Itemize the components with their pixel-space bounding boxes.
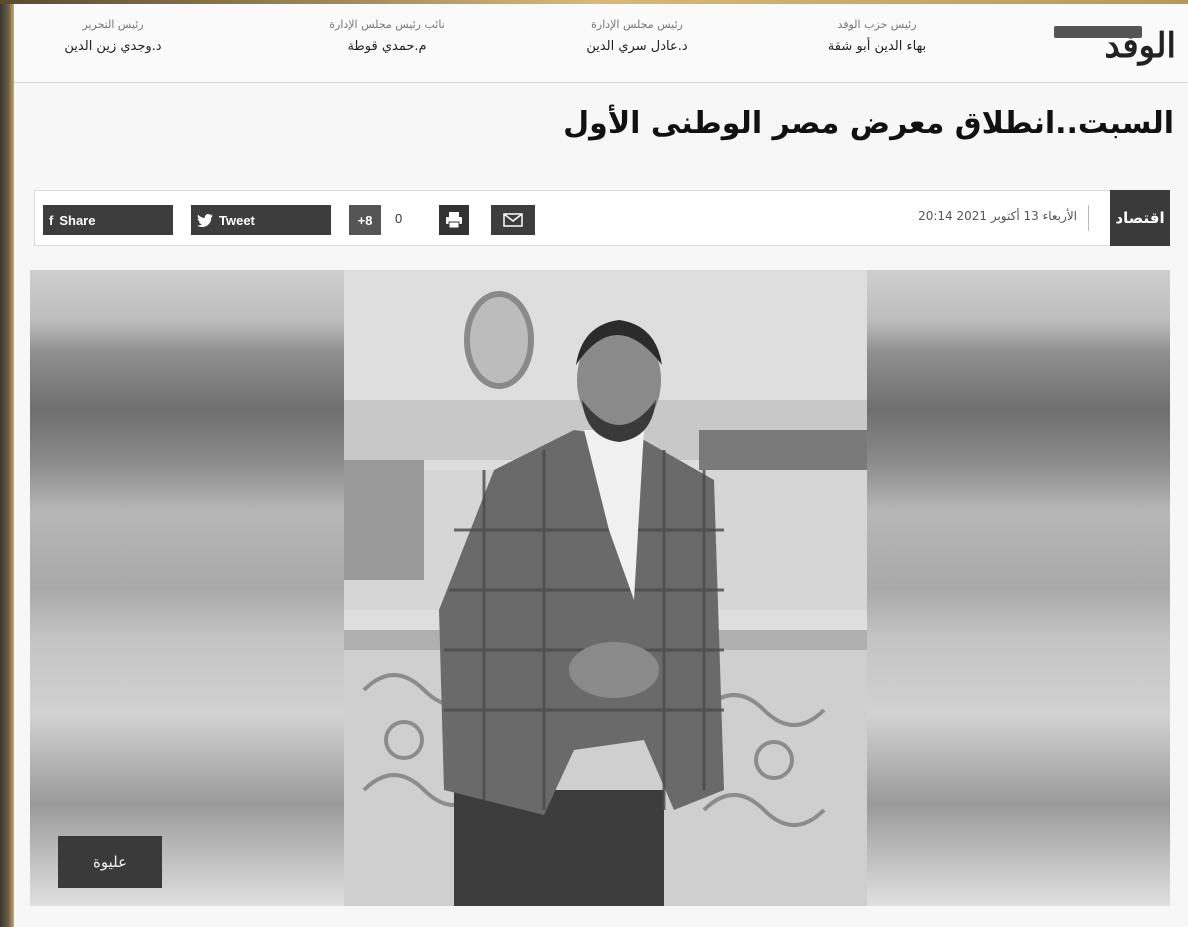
print-button[interactable] [439, 205, 469, 235]
article-headline: السبت..انطلاق معرض مصر الوطنى الأول [563, 106, 1174, 141]
print-icon [446, 212, 462, 229]
photo-credit-caption: عليوة [58, 836, 162, 888]
google-plus-icon: 8+ [357, 212, 373, 228]
facebook-share-button[interactable]: f Share [43, 205, 173, 235]
photo-frame-left-edge [0, 0, 14, 927]
share-label: Share [59, 212, 96, 228]
staff-editor-in-chief: رئيس التحرير د.وجدي زين الدين [28, 18, 198, 54]
google-plus-button[interactable]: 8+ [349, 205, 381, 235]
image-blur-fill-right [867, 270, 1170, 906]
staff-role: رئيس التحرير [82, 18, 144, 31]
masthead: الوفد رئيس حزب الوفد بهاء الدين أبو شقة … [14, 4, 1188, 83]
google-plus-count: 0 [395, 211, 403, 226]
staff-role: نائب رئيس مجلس الإدارة [329, 18, 445, 31]
person-portrait-illustration [344, 270, 867, 906]
email-share-button[interactable] [491, 205, 535, 235]
section-tag-economy[interactable]: اقتصاد [1110, 190, 1170, 246]
tweet-label: Tweet [219, 212, 255, 228]
news-page: الوفد رئيس حزب الوفد بهاء الدين أبو شقة … [14, 4, 1188, 927]
site-logo[interactable]: الوفد [1054, 22, 1178, 72]
tweet-button[interactable]: Tweet [191, 205, 331, 235]
article-toolbar: اقتصاد الأربعاء 13 أكتوبر 2021 20:14 0 8… [34, 190, 1170, 246]
staff-name: د.وجدي زين الدين [64, 39, 162, 54]
mail-icon [503, 213, 523, 227]
logo-badge [1054, 26, 1142, 38]
staff-board-vice-chair: نائب رئيس مجلس الإدارة م.حمدي قوطة [302, 18, 472, 54]
staff-name: د.عادل سري الدين [586, 39, 688, 54]
article-date: الأربعاء 13 أكتوبر 2021 20:14 [918, 209, 1077, 223]
staff-board-chair: رئيس مجلس الإدارة د.عادل سري الدين [552, 18, 722, 54]
image-blur-fill-left [30, 270, 344, 906]
staff-party-head: رئيس حزب الوفد بهاء الدين أبو شقة [792, 18, 962, 54]
facebook-icon: f [49, 212, 54, 228]
staff-name: م.حمدي قوطة [347, 39, 427, 54]
staff-name: بهاء الدين أبو شقة [827, 39, 927, 54]
staff-role: رئيس مجلس الإدارة [591, 18, 683, 31]
person-photo [344, 270, 867, 906]
toolbar-divider [1088, 205, 1089, 231]
staff-role: رئيس حزب الوفد [837, 18, 917, 31]
article-image: عليوة [30, 270, 1170, 906]
twitter-icon [197, 213, 213, 227]
